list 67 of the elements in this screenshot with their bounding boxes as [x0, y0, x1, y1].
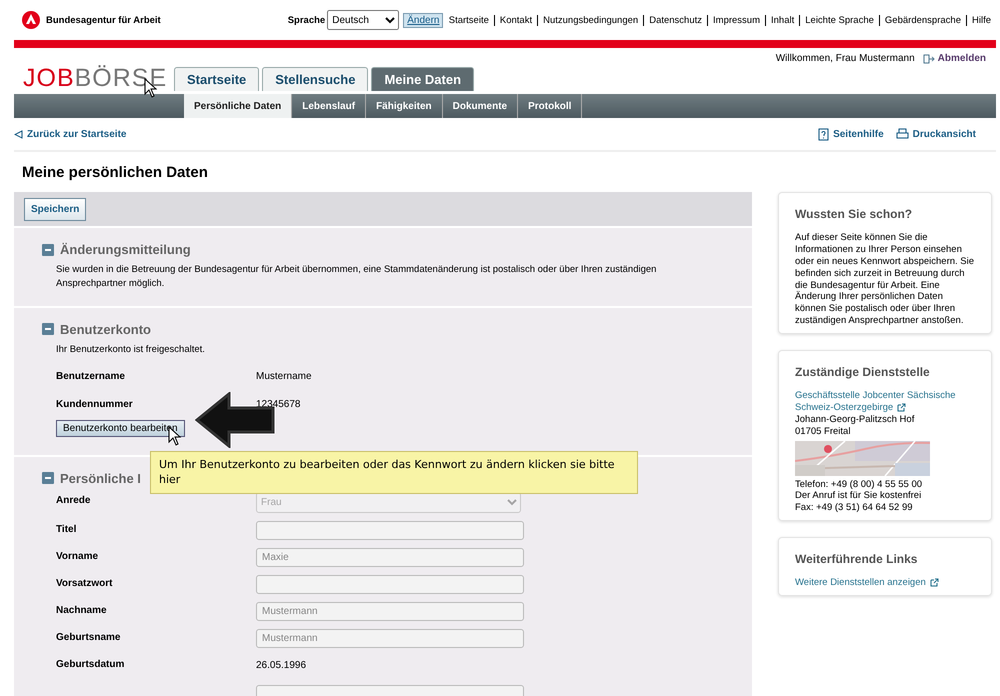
field-value: 26.05.1996 [256, 658, 306, 673]
collapse-icon[interactable] [42, 323, 54, 335]
top-nav-link[interactable]: Inhalt [765, 14, 800, 26]
jobboerse-logo[interactable]: JOBBÖRSE [23, 64, 168, 93]
top-nav-link[interactable]: Gebärdensprache [878, 14, 966, 26]
top-nav-link[interactable]: Startseite [444, 14, 494, 26]
field-label: Titel [56, 522, 78, 535]
info-text: Auf dieser Seite können Sie die Informationen zu Ihrer Person einsehen oder ein neues Kennwort abspeichern. Sie befinden sich zurzeit in Betreuung durch die Bundesagentur für Arbeit. Eine Änderung Ihrer persönlichen Daten können Sie postalisch oder über Ihren zuständigen Ansprechpartner anstoßen. [795, 232, 975, 327]
notice-text: Sie wurden in die Betreuung der Bundesagentur für Arbeit übernommen, eine Stammdatenänderung ist postalisch oder über Ihren zuständigen Ansprechpartner möglich. [56, 263, 658, 292]
field-label: Vorname [56, 550, 100, 562]
save-button[interactable]: Speichern [24, 198, 86, 221]
sub-tab[interactable]: Fähigkeiten [366, 94, 443, 118]
printer-icon [896, 128, 909, 140]
section-title: Änderungsmitteilung [60, 242, 191, 257]
logout-link[interactable]: Abmelden [922, 53, 986, 64]
back-arrow-icon [14, 130, 23, 138]
top-nav-link[interactable]: Nutzungsbedingungen [537, 14, 644, 26]
office-link[interactable]: Geschäftsstelle Jobcenter Sächsische Schweiz-Osterzgebirge [795, 390, 975, 414]
tooltip: Um Ihr Benutzerkonto zu bearbeiten oder das Kennwort zu ändern klicken sie bitte hier [150, 450, 638, 494]
sub-tab[interactable]: Dokumente [442, 94, 518, 118]
field-label: Benutzername [56, 370, 126, 382]
top-nav-link[interactable]: Hilfe [966, 14, 996, 26]
field-label: Anrede [56, 494, 92, 506]
address-line: Johann-Georg-Palitzsch Hof [795, 414, 916, 426]
welcome-text: Willkommen, Frau Mustermann [776, 53, 915, 64]
collapse-icon[interactable] [42, 472, 54, 484]
page-title: Meine persönlichen Daten [22, 164, 209, 181]
field-label: Nachname [56, 604, 108, 616]
back-link[interactable]: Zurück zur Startseite [14, 128, 126, 140]
sub-tab[interactable]: Protokoll [518, 94, 582, 118]
change-button[interactable]: Ändern [403, 12, 444, 28]
logout-icon [922, 54, 935, 64]
top-nav-link[interactable]: Kontakt [494, 14, 538, 26]
sub-tab[interactable]: Lebenslauf [292, 94, 366, 118]
top-nav-link[interactable]: Datenschutz [643, 14, 708, 26]
field-label: Geburtsdatum [56, 658, 126, 670]
top-nav-link[interactable]: Leichte Sprache [799, 14, 879, 26]
print-link[interactable]: Druckansicht [896, 128, 976, 140]
language-label: Sprache [288, 14, 326, 26]
external-link-icon [897, 402, 906, 412]
main-tab[interactable]: Meine Daten [371, 67, 474, 91]
language-select[interactable]: Deutsch [327, 10, 400, 30]
section-title: Benutzerkonto [60, 322, 151, 336]
external-link-icon [930, 578, 939, 588]
agency-logo-icon [22, 11, 40, 29]
sub-tab[interactable]: Persönliche Daten [184, 94, 292, 118]
field-label: Kundennummer [56, 398, 134, 410]
field-label: Vorsatzwort [56, 576, 114, 589]
card-title: Wussten Sie schon? [795, 207, 914, 222]
card-title: Zuständige Dienststelle [795, 365, 931, 380]
help-link[interactable]: Seitenhilfe [818, 128, 884, 140]
account-status: Ihr Benutzerkonto ist freigeschaltet. [56, 342, 206, 356]
field-label: Geburtsname [56, 630, 122, 643]
card-title: Weiterführende Links [795, 552, 918, 568]
collapse-icon[interactable] [42, 244, 54, 256]
contact-line: Telefon: +49 (8 00) 4 55 55 00 [795, 478, 924, 490]
contact-line: Fax: +49 (3 51) 64 64 52 99 [795, 502, 914, 514]
top-nav-link[interactable]: Impressum [707, 14, 765, 26]
section-title: Persönliche I [60, 470, 141, 486]
help-page-icon [818, 128, 830, 140]
agency-name: Bundesagentur für Arbeit [46, 14, 161, 26]
field-value: Mustername [256, 370, 312, 382]
contact-line: Der Anruf ist für Sie kostenfrei [795, 490, 922, 502]
more-offices-link[interactable]: Weitere Dienststellen anzeigen [795, 577, 975, 589]
address-line: 01705 Freital [795, 426, 852, 438]
main-tab[interactable]: Stellensuche [262, 67, 368, 91]
main-tab[interactable]: Startseite [174, 67, 260, 91]
